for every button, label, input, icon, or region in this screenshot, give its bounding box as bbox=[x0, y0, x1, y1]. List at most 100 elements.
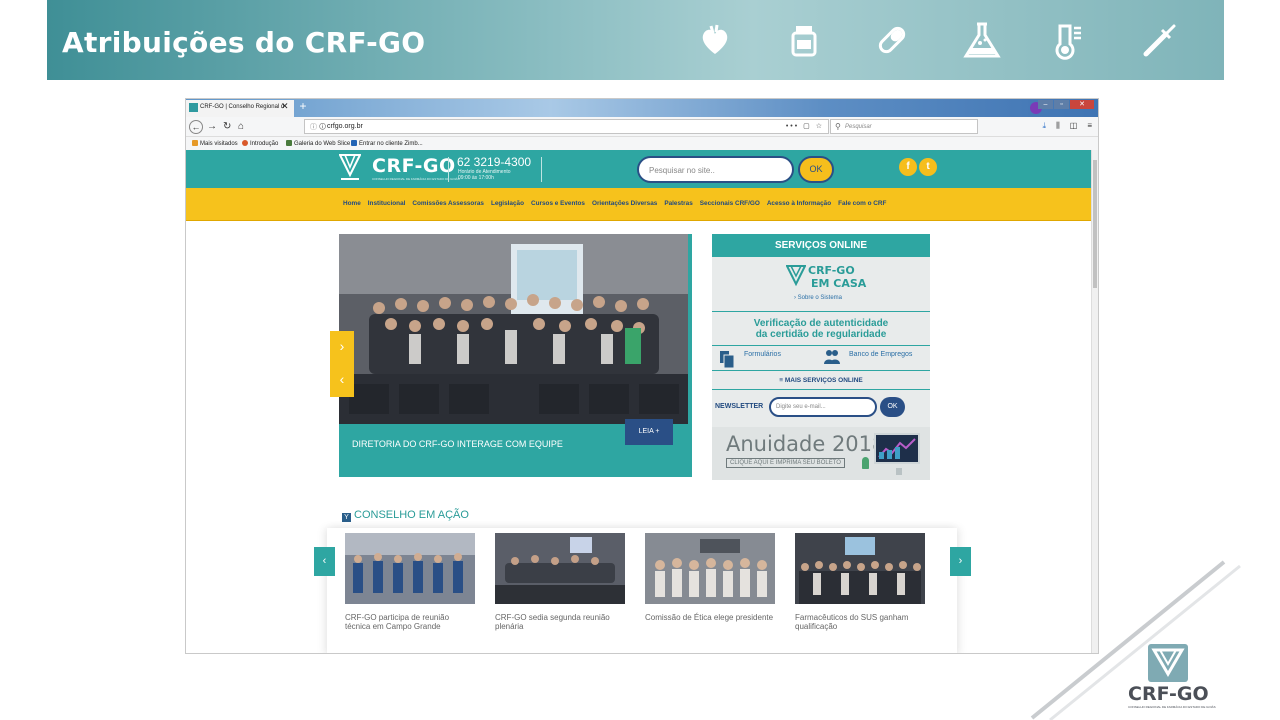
bookmark-item[interactable]: Mais visitados bbox=[192, 140, 238, 147]
annuity-banner[interactable]: Anuidade 2018 CLIQUE AQUI E IMPRIMA SEU … bbox=[712, 427, 930, 480]
news-image[interactable] bbox=[495, 533, 625, 604]
menu-item-seccionais[interactable]: Seccionais CRF/GO bbox=[700, 200, 760, 207]
news-title[interactable]: CRF-GO participa de reunião técnica em C… bbox=[345, 613, 475, 631]
flask-icon bbox=[958, 20, 1006, 60]
news-next-button[interactable]: › bbox=[950, 547, 971, 576]
menu-item-palestras[interactable]: Palestras bbox=[664, 200, 692, 207]
facebook-icon[interactable]: f bbox=[899, 158, 917, 176]
news-image[interactable] bbox=[645, 533, 775, 604]
menu-item-fale[interactable]: Fale com o CRF bbox=[838, 200, 886, 207]
crf-small-logo-icon: Y bbox=[342, 513, 351, 522]
crf-logo-icon[interactable] bbox=[338, 153, 362, 183]
hero-photo[interactable] bbox=[339, 234, 688, 424]
verify-line-1: Verificação de autenticidade bbox=[753, 318, 889, 329]
bookmark-item[interactable]: Galeria do Web Slice bbox=[286, 140, 350, 147]
carousel-prev-button[interactable]: ‹ bbox=[330, 364, 354, 397]
services-title: SERVIÇOS ONLINE bbox=[712, 234, 930, 257]
news-card[interactable]: CRF-GO participa de reunião técnica em C… bbox=[345, 533, 475, 631]
library-icon[interactable]: ⫼ bbox=[1056, 121, 1060, 131]
forms-link[interactable]: Formulários bbox=[744, 351, 781, 358]
forward-arrow-icon[interactable]: → bbox=[207, 120, 217, 133]
site-header: CRF-GO CONSELHO REGIONAL DE FARMÁCIA DO … bbox=[186, 150, 1093, 188]
scrollbar-thumb[interactable] bbox=[1093, 160, 1097, 288]
plant-icon bbox=[862, 457, 869, 469]
home-icon[interactable]: ⌂ bbox=[238, 120, 244, 133]
news-title[interactable]: Comissão de Ética elege presidente bbox=[645, 613, 775, 623]
menu-item-acesso[interactable]: Acesso à Informação bbox=[767, 200, 831, 207]
people-icon[interactable] bbox=[823, 349, 841, 366]
site-favicon-icon bbox=[189, 103, 198, 112]
annuity-subtitle: CLIQUE AQUI E IMPRIMA SEU BOLETO bbox=[726, 458, 845, 468]
news-title[interactable]: CRF-GO sedia segunda reunião plenária bbox=[495, 613, 625, 631]
capsule-icon bbox=[872, 20, 912, 60]
site-search-input[interactable]: Pesquisar no site.. bbox=[637, 156, 794, 183]
maximize-button[interactable]: ▫ bbox=[1054, 100, 1069, 109]
site-search-button[interactable]: OK bbox=[798, 156, 834, 183]
crf-em-casa-subtitle[interactable]: EM CASA bbox=[811, 277, 866, 290]
page-actions-icon[interactable]: ••• ▢ ☆ bbox=[786, 122, 824, 130]
jobs-link[interactable]: Banco de Empregos bbox=[849, 351, 912, 358]
bookmark-item[interactable]: Entrar no cliente Zimb... bbox=[351, 140, 423, 147]
more-services-link[interactable]: ≡ MAIS SERVIÇOS ONLINE bbox=[712, 377, 930, 384]
news-card[interactable]: Farmacêuticos do SUS ganham qualificação bbox=[795, 533, 925, 631]
menu-item-cursos[interactable]: Cursos e Eventos bbox=[531, 200, 585, 207]
tab-close-icon[interactable]: ✕ bbox=[281, 101, 289, 112]
menu-item-comissoes[interactable]: Comissões Assessoras bbox=[412, 200, 484, 207]
hero-caption[interactable]: DIRETORIA DO CRF-GO INTERAGE COM EQUIPE bbox=[352, 439, 563, 449]
minimize-button[interactable]: – bbox=[1038, 100, 1053, 109]
newsletter-email-input[interactable]: Digite seu e-mail... bbox=[769, 397, 877, 417]
browser-search-input[interactable]: ⚲ Pesquisar bbox=[830, 119, 978, 134]
site-brand[interactable]: CRF-GO bbox=[372, 155, 456, 177]
site-menu: Home Institucional Comissões Assessoras … bbox=[186, 188, 1093, 221]
download-icon[interactable]: ⤓ bbox=[1043, 121, 1047, 131]
news-title[interactable]: Farmacêuticos do SUS ganham qualificação bbox=[795, 613, 925, 631]
news-image[interactable] bbox=[795, 533, 925, 604]
crf-em-casa-title[interactable]: CRF-GO bbox=[808, 264, 855, 277]
carousel-next-button[interactable]: › bbox=[330, 331, 354, 364]
tab-title: CRF-GO | Conselho Regional d bbox=[200, 104, 285, 110]
verify-certificate-link[interactable]: Verificação de autenticidade da certidão… bbox=[712, 318, 930, 340]
news-card[interactable]: CRF-GO sedia segunda reunião plenária bbox=[495, 533, 625, 631]
verify-line-2: da certidão de regularidade bbox=[755, 329, 887, 340]
bookmark-item[interactable]: Introdução bbox=[242, 140, 278, 147]
menu-item-institucional[interactable]: Institucional bbox=[368, 200, 406, 207]
hours-value: 09:00 às 17:00h bbox=[458, 175, 494, 181]
bookmark-label: Entrar no cliente Zimb... bbox=[359, 141, 423, 147]
twitter-icon[interactable]: t bbox=[919, 158, 937, 176]
bookmark-label: Introdução bbox=[250, 141, 279, 147]
news-card[interactable]: Comissão de Ética elege presidente bbox=[645, 533, 775, 623]
read-more-button[interactable]: LEIA + bbox=[625, 419, 673, 445]
divider bbox=[712, 389, 930, 390]
news-prev-button[interactable]: ‹ bbox=[314, 547, 335, 576]
menu-item-home[interactable]: Home bbox=[343, 200, 361, 207]
site-info-icon[interactable]: ⓘ 🛈 bbox=[310, 122, 326, 134]
toolbar-right: ⤓ ⫼ ◫ ≡ bbox=[1043, 121, 1092, 131]
about-system-link[interactable]: › Sobre o Sistema bbox=[794, 295, 842, 301]
news-image[interactable] bbox=[345, 533, 475, 604]
url-text: crfgo.org.br bbox=[327, 123, 363, 130]
sidebar-icon[interactable]: ◫ bbox=[1070, 121, 1078, 131]
back-arrow-icon[interactable]: ← bbox=[189, 120, 203, 134]
heart-icon bbox=[695, 20, 735, 60]
bookmark-label: Mais visitados bbox=[200, 141, 238, 147]
forms-icon[interactable] bbox=[720, 351, 735, 369]
site-brand-subtitle: CONSELHO REGIONAL DE FARMÁCIA DO ESTADO … bbox=[372, 177, 460, 181]
menu-item-orientacoes[interactable]: Orientações Diversas bbox=[592, 200, 657, 207]
slide: Atribuições do CRF-GO CRF-GO | Conselho … bbox=[0, 0, 1280, 720]
tab-bar: CRF-GO | Conselho Regional d ✕ + – ▫ ✕ bbox=[186, 99, 1098, 117]
menu-item-legislacao[interactable]: Legislação bbox=[491, 200, 524, 207]
browser-tab[interactable]: CRF-GO | Conselho Regional d bbox=[186, 100, 294, 117]
zimbra-icon bbox=[351, 140, 357, 146]
pipette-icon bbox=[1140, 20, 1180, 60]
newsletter-submit-button[interactable]: OK bbox=[880, 397, 905, 417]
crf-em-casa-logo-icon[interactable] bbox=[785, 264, 807, 290]
menu-icon[interactable]: ≡ bbox=[1087, 121, 1092, 131]
url-bar[interactable]: ⓘ 🛈 crfgo.org.br ••• ▢ ☆ bbox=[304, 119, 829, 134]
header-divider bbox=[448, 157, 449, 182]
reload-icon[interactable]: ↻ bbox=[223, 120, 231, 133]
crf-go-logo-icon bbox=[1148, 644, 1188, 682]
hero-carousel[interactable]: › ‹ LEIA + DIRETORIA DO CRF-GO INTERAGE … bbox=[330, 234, 692, 477]
close-window-button[interactable]: ✕ bbox=[1070, 100, 1094, 109]
new-tab-button[interactable]: + bbox=[296, 100, 310, 114]
bookmarks-bar: Mais visitados Introdução Galeria do Web… bbox=[186, 137, 1098, 150]
